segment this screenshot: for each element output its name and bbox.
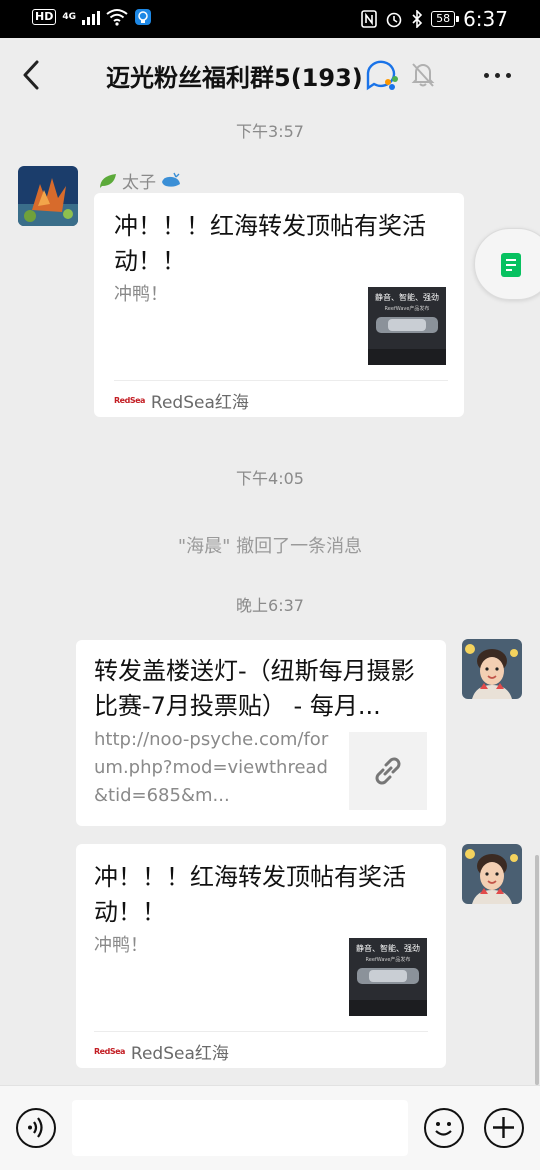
alarm-icon	[386, 12, 402, 28]
message-input[interactable]	[72, 1100, 408, 1156]
thumb-headline: 静音、智能、强劲	[375, 292, 439, 302]
redsea-logo: RedSea	[94, 1047, 125, 1056]
avatar-sender-taizi[interactable]	[18, 166, 78, 226]
link-icon	[375, 757, 401, 785]
chevron-left-icon	[23, 60, 39, 90]
sender-name: 太子	[98, 168, 182, 193]
timestamp: 下午3:57	[236, 122, 304, 141]
clock: 6:37	[463, 7, 508, 31]
more-actions-button[interactable]	[484, 1108, 524, 1148]
redsea-logo: RedSea	[114, 396, 145, 405]
message-input-bar	[0, 1085, 540, 1170]
group-chat-icon[interactable]	[364, 58, 400, 92]
source-label: RedSea红海	[130, 1044, 229, 1064]
card-description: 冲鸭！	[114, 284, 168, 305]
wifi-icon	[106, 9, 128, 26]
recall-notice: "海晨" 撤回了一条消息	[177, 536, 363, 557]
card-thumbnail: 静音、智能、强劲 ReefWave产品发布	[368, 287, 446, 365]
battery-indicator: 58	[431, 11, 460, 27]
card-source: RedSea RedSea红海	[94, 1039, 229, 1064]
emoji-icon	[435, 1122, 452, 1136]
card-source: RedSea RedSea红海	[114, 388, 249, 413]
card-title: 冲！！！红海转发顶帖有奖活动！！	[114, 212, 426, 275]
link-thumbnail	[349, 732, 427, 810]
document-icon	[501, 253, 521, 277]
card-url: http://noo-psyche.com/forum.php?mod=view…	[94, 729, 329, 806]
leaf-icon	[100, 173, 116, 188]
thumb-subline: ReefWave产品发布	[366, 956, 411, 963]
shared-article-card[interactable]: 冲！！！红海转发顶帖有奖活动！！ 冲鸭！ 静音、智能、强劲 ReefWave产品发…	[94, 193, 464, 417]
whale-icon	[162, 172, 180, 187]
card-title: 冲！！！红海转发顶帖有奖活动！！	[94, 863, 406, 926]
floating-doc-widget[interactable]	[474, 228, 540, 300]
nfc-icon	[361, 10, 377, 28]
network-type: 4G	[62, 12, 76, 22]
chat-header: 迈光粉丝福利群5(193)	[0, 38, 540, 112]
thumb-subline: ReefWave产品发布	[385, 305, 430, 312]
card-divider	[114, 380, 448, 381]
timestamp: 下午4:05	[236, 469, 304, 488]
card-thumbnail: 静音、智能、强劲 ReefWave产品发布	[349, 938, 427, 1016]
card-description: 冲鸭！	[94, 935, 148, 956]
emoji-button[interactable]	[424, 1108, 464, 1148]
more-dots-icon	[483, 72, 489, 78]
signal-icon	[82, 9, 100, 25]
card-divider	[94, 1031, 428, 1032]
shared-article-card[interactable]: 冲！！！红海转发顶帖有奖活动！！ 冲鸭！ 静音、智能、强劲 ReefWave产品发…	[76, 844, 446, 1068]
card-title: 转发盖楼送灯-（纽斯每月摄影比赛-7月投票贴） - 每月...	[94, 657, 415, 720]
source-label: RedSea红海	[150, 393, 249, 413]
more-options-button[interactable]	[480, 60, 514, 90]
voice-button[interactable]	[16, 1108, 56, 1148]
thumb-headline: 静音、智能、强劲	[356, 943, 420, 953]
chat-title: 迈光粉丝福利群5(193)	[106, 64, 363, 92]
status-bar: HD 4G 58 6:37	[0, 0, 540, 38]
voice-icon	[28, 1117, 43, 1138]
shared-link-card[interactable]: 转发盖楼送灯-（纽斯每月摄影比赛-7月投票贴） - 每月... http://n…	[76, 640, 446, 826]
hd-indicator: HD	[32, 9, 57, 25]
notification-app-icon	[135, 9, 151, 25]
bluetooth-icon	[412, 10, 423, 28]
plus-icon	[493, 1117, 514, 1138]
timestamp: 晚上6:37	[236, 596, 304, 615]
scrollbar[interactable]	[535, 855, 539, 1085]
avatar-self[interactable]	[462, 639, 522, 699]
avatar-self[interactable]	[462, 844, 522, 904]
sender-label: 太子	[122, 173, 156, 193]
back-button[interactable]	[18, 58, 48, 92]
bell-muted-icon	[410, 60, 436, 88]
